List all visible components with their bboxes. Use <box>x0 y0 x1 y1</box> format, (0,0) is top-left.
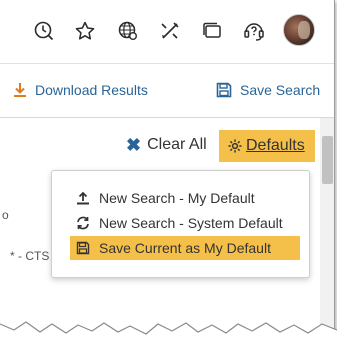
refresh-icon <box>75 216 91 230</box>
torn-edge-decoration <box>0 321 337 352</box>
history-icon[interactable] <box>31 18 57 44</box>
download-results-label: Download Results <box>35 82 148 98</box>
top-toolbar <box>0 0 334 64</box>
menu-item-save-current-as-my-default[interactable]: Save Current as My Default <box>70 236 300 260</box>
tools-icon[interactable] <box>157 18 183 44</box>
floppy-icon <box>75 241 91 255</box>
menu-item-new-search-system-default[interactable]: New Search - System Default <box>70 211 283 235</box>
background-text-fragment: o <box>2 208 9 222</box>
avatar[interactable] <box>283 14 315 46</box>
floppy-icon <box>216 82 232 98</box>
menu-item-new-search-my-default[interactable]: New Search - My Default <box>70 186 255 210</box>
menu-item-label: Save Current as My Default <box>99 240 271 256</box>
background-text-fragment: * - CTS <box>10 249 50 263</box>
close-icon: ✖ <box>126 135 142 155</box>
actions-bar: Download Results Save Search <box>0 64 334 118</box>
globe-settings-icon[interactable] <box>115 18 141 44</box>
save-search-label: Save Search <box>240 82 321 98</box>
defaults-label: Defaults <box>246 137 305 154</box>
menu-item-label: New Search - System Default <box>99 215 283 231</box>
windows-icon[interactable] <box>199 18 225 44</box>
download-results-link[interactable]: Download Results <box>13 82 148 98</box>
star-icon[interactable] <box>72 18 98 44</box>
help-headset-icon[interactable] <box>241 18 267 44</box>
save-search-link[interactable]: Save Search <box>216 82 320 98</box>
clear-all-button[interactable]: ✖ Clear All <box>126 136 207 154</box>
defaults-button[interactable]: Defaults <box>219 130 315 162</box>
page: Download Results Save Search ✖ Clear All… <box>0 0 335 340</box>
gear-icon <box>227 138 243 154</box>
upload-icon <box>75 191 91 205</box>
scrollbar-thumb[interactable] <box>322 136 333 184</box>
defaults-dropdown-menu: New Search - My Default New Search - Sys… <box>51 170 310 278</box>
clear-all-label: Clear All <box>147 136 207 153</box>
download-icon <box>13 82 27 98</box>
menu-item-label: New Search - My Default <box>99 190 255 206</box>
